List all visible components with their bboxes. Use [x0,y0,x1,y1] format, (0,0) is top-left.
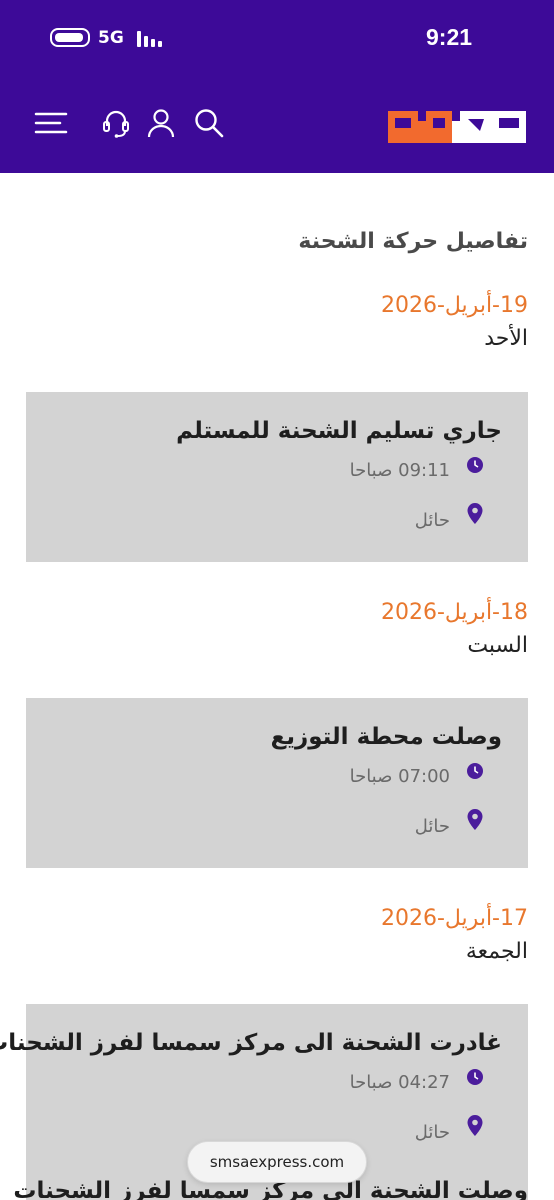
event-time: 07:00 صباحا [349,766,450,787]
day-label: السبت [467,633,528,658]
event-time: 04:27 صباحا [349,1072,450,1093]
location-pin-icon [467,503,483,524]
date-label: 17-أبريل-2026 [380,906,528,931]
event-location: حائل [414,1122,450,1143]
date-label: 19-أبريل-2026 [380,293,528,318]
search-icon[interactable] [192,106,226,140]
headset-icon[interactable] [99,106,133,140]
date-group: 17-أبريل-2026 الجمعة [26,906,528,964]
status-time: 9:21 [426,24,473,50]
event-location: حائل [414,510,450,531]
event-card: وصلت محطة التوزيع 07:00 صباحا حائل [26,698,528,868]
date-label: 18-أبريل-2026 [380,600,528,625]
event-title: وصلت محطة التوزيع [270,724,502,750]
location-pin-icon [467,809,483,830]
clock-icon [467,763,483,779]
date-group: 18-أبريل-2026 السبت [26,600,528,658]
menu-icon[interactable] [34,106,68,140]
network-type: 5G [98,28,124,48]
tracking-content: تفاصيل حركة الشحنة 19-أبريل-2026 الأحد ج… [0,173,554,1200]
app-header [0,90,554,162]
status-bar: 5G 9:21 [0,0,554,80]
browser-url-bar[interactable]: smsaexpress.com [187,1141,367,1183]
url-text: smsaexpress.com [209,1153,345,1171]
event-title: جاري تسليم الشحنة للمستلم [176,418,502,444]
signal-icon [137,31,162,47]
event-location: حائل [414,816,450,837]
battery-icon [50,28,90,47]
day-label: الجمعة [465,939,528,964]
page-title: تفاصيل حركة الشحنة [298,229,528,254]
event-time: 09:11 صباحا [349,460,450,481]
clock-icon [467,1069,483,1085]
clock-icon [467,457,483,473]
event-card: جاري تسليم الشحنة للمستلم 09:11 صباحا حا… [26,392,528,562]
top-bar: 5G 9:21 [0,0,554,173]
smsa-logo[interactable] [388,103,528,143]
date-group: 19-أبريل-2026 الأحد [26,293,528,351]
location-pin-icon [467,1115,483,1136]
event-title: غادرت الشحنة الى مركز سمسا لفرز الشحنات [0,1030,502,1056]
user-icon[interactable] [144,106,178,140]
day-label: الأحد [484,326,528,351]
